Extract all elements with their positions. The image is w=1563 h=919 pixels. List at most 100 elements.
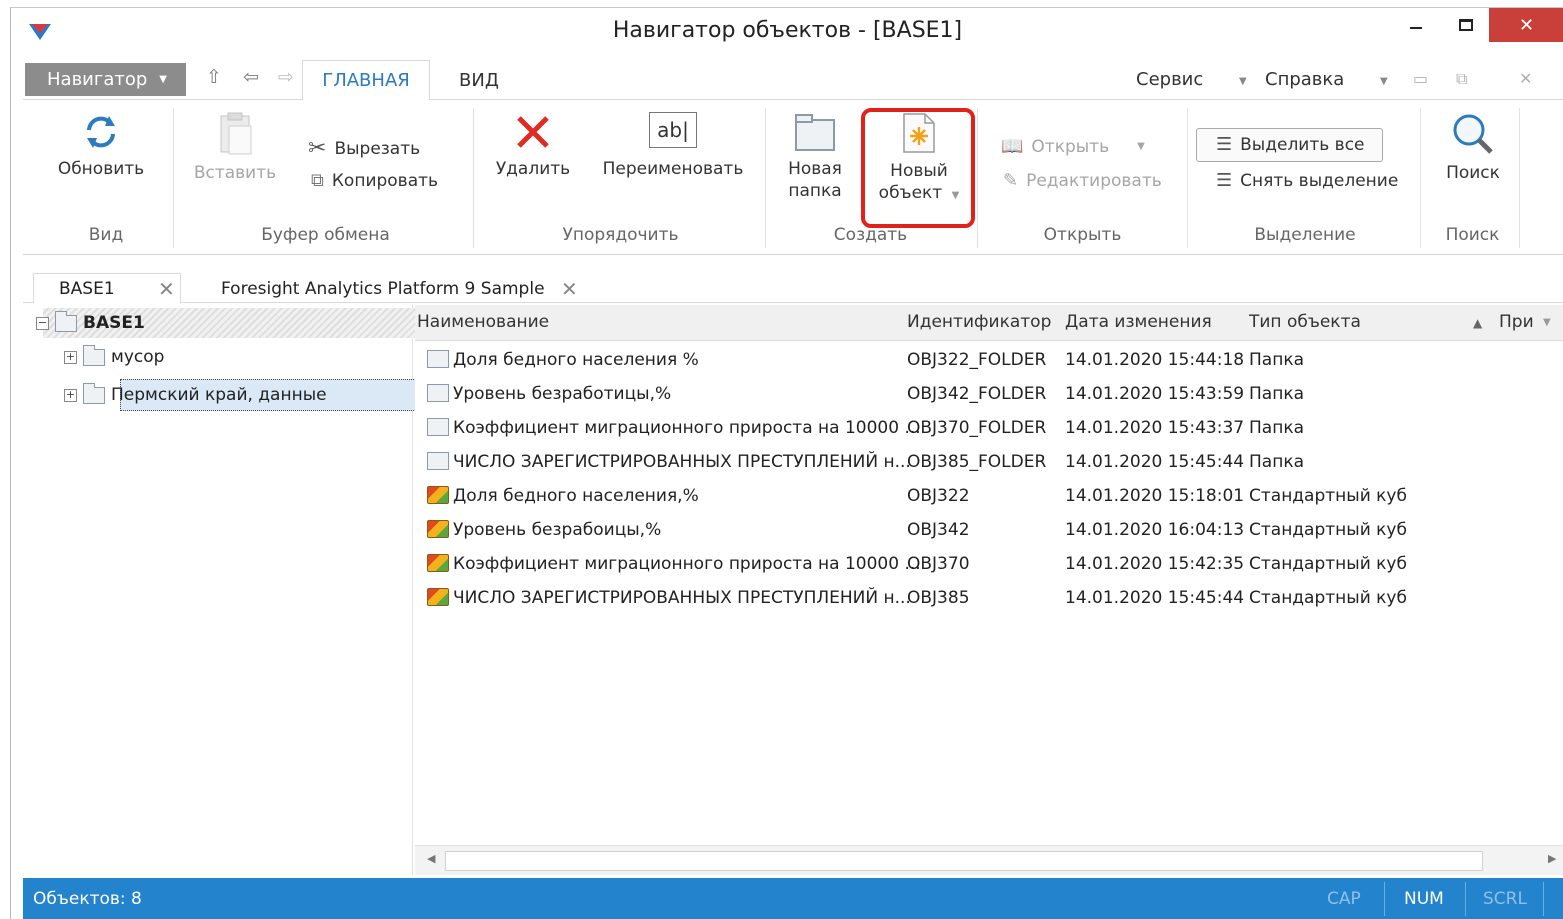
- doc-tab-sample[interactable]: Foresight Analytics Platform 9 Sample ✕: [221, 273, 591, 304]
- paste-button[interactable]: Вставить: [185, 112, 285, 184]
- up-level-icon[interactable]: ⇧: [206, 66, 222, 88]
- tree-item-label: BASE1: [83, 313, 145, 333]
- expand-icon[interactable]: +: [64, 388, 77, 402]
- refresh-button[interactable]: Обновить: [51, 112, 151, 180]
- cell-id: OBJ342: [907, 520, 970, 540]
- close-window-button[interactable]: ✕: [1489, 8, 1563, 42]
- collapse-icon[interactable]: −: [36, 316, 49, 330]
- refresh-icon: [87, 116, 115, 148]
- cell-name: Коэффициент миграционного прироста на 10…: [453, 418, 921, 438]
- minimize-icon: [1410, 27, 1422, 29]
- new-folder-label-2: папка: [788, 181, 842, 201]
- mdi-close-icon[interactable]: ✕: [1519, 69, 1532, 88]
- tree-item-trash[interactable]: + мусор: [64, 342, 164, 372]
- navigator-dropdown[interactable]: Навигатор ▼: [25, 63, 186, 96]
- tab-view[interactable]: ВИД: [453, 60, 505, 101]
- tree-item-label: мусор: [111, 347, 165, 367]
- cell-id: OBJ322: [907, 486, 970, 506]
- deselect-button[interactable]: ☰ Снять выделение: [1216, 170, 1398, 191]
- open-label: Открыть: [1031, 136, 1110, 157]
- status-separator: [1384, 882, 1385, 916]
- service-menu[interactable]: Сервис: [1136, 69, 1203, 90]
- back-arrow-icon[interactable]: ⇦: [243, 66, 259, 88]
- scrollbar-thumb[interactable]: [445, 851, 1483, 871]
- table-row[interactable]: Доля бедного населения,% OBJ322 14.01.2020…: [415, 479, 1563, 513]
- new-object-highlight: [861, 108, 975, 228]
- pencil-icon: ✎: [1003, 170, 1019, 191]
- cell-date: 14.01.2020 15:43:37: [1065, 418, 1245, 438]
- navigator-label: Навигатор: [47, 69, 148, 90]
- open-button[interactable]: 📖 Открыть ▼: [1001, 136, 1145, 157]
- search-button[interactable]: Поиск: [1431, 112, 1515, 184]
- close-tab-icon[interactable]: ✕: [158, 277, 175, 301]
- folder-icon: [83, 344, 105, 366]
- cell-type: Папка: [1249, 418, 1305, 438]
- column-header-note[interactable]: При: [1499, 312, 1534, 332]
- num-lock-indicator: NUM: [1404, 889, 1444, 909]
- column-header-type[interactable]: Тип объекта: [1249, 312, 1361, 332]
- tree-item-perm[interactable]: + Пермский край, данные: [64, 380, 327, 410]
- table-row[interactable]: ЧИСЛО ЗАРЕГИСТРИРОВАННЫХ ПРЕСТУПЛЕНИЙ н.…: [415, 581, 1563, 615]
- cell-type: Стандартный куб: [1249, 486, 1407, 506]
- group-label-open: Открыть: [1043, 225, 1122, 245]
- book-icon: 📖: [1001, 136, 1024, 157]
- column-header-id[interactable]: Идентификатор: [907, 312, 1051, 332]
- table-row[interactable]: Коэффициент миграционного прироста на 10…: [415, 411, 1563, 445]
- forward-arrow-icon[interactable]: ⇨: [278, 66, 294, 88]
- maximize-icon: [1459, 19, 1473, 31]
- cell-name: Уровень безработицы,%: [453, 384, 672, 404]
- new-folder-label-1: Новая: [788, 159, 842, 179]
- minimize-button[interactable]: [1393, 8, 1439, 42]
- clipboard-icon: [220, 112, 252, 155]
- maximize-button[interactable]: [1443, 8, 1489, 42]
- cell-date: 14.01.2020 15:45:44: [1065, 588, 1245, 608]
- select-all-button[interactable]: ☰ Выделить все: [1216, 134, 1365, 155]
- delete-x-icon: [517, 116, 549, 148]
- delete-button[interactable]: Удалить: [491, 112, 575, 180]
- scroll-right-icon[interactable]: ▶: [1548, 852, 1556, 865]
- horizontal-scrollbar[interactable]: ◀ ▶: [415, 845, 1563, 875]
- column-header-name[interactable]: Наименование: [417, 312, 549, 332]
- new-folder-icon: [795, 114, 835, 151]
- table-row[interactable]: Доля бедного населения % OBJ322_FOLDER 14.…: [415, 343, 1563, 377]
- mdi-restore-icon[interactable]: ⧉: [1456, 69, 1467, 89]
- group-separator: [1420, 108, 1421, 248]
- scroll-left-icon[interactable]: ◀: [427, 852, 435, 865]
- help-menu[interactable]: Справка: [1265, 69, 1344, 90]
- edit-button[interactable]: ✎ Редактировать: [1003, 170, 1162, 191]
- folder-icon: [427, 384, 449, 402]
- mdi-minimize-icon[interactable]: ▭: [1413, 69, 1428, 88]
- copy-button[interactable]: ⧉ Копировать: [311, 170, 438, 191]
- new-folder-button[interactable]: Новая папка: [775, 112, 855, 202]
- delete-label: Удалить: [495, 159, 571, 179]
- table-row[interactable]: Уровень безрабоицы,% OBJ342 14.01.2020 16:…: [415, 513, 1563, 547]
- cell-date: 14.01.2020 15:42:35: [1065, 554, 1245, 574]
- status-separator: [1465, 882, 1466, 916]
- rename-label: Переименовать: [602, 159, 744, 179]
- cut-label: Вырезать: [334, 138, 421, 159]
- cube-icon: [427, 520, 449, 538]
- column-header-date[interactable]: Дата изменения: [1065, 312, 1212, 332]
- cut-button[interactable]: ✂ Вырезать: [308, 136, 420, 161]
- group-separator: [1187, 108, 1188, 248]
- tab-home[interactable]: ГЛАВНАЯ: [302, 60, 430, 101]
- table-row[interactable]: ЧИСЛО ЗАРЕГИСТРИРОВАННЫХ ПРЕСТУПЛЕНИЙ н.…: [415, 445, 1563, 479]
- cell-date: 14.01.2020 15:44:18: [1065, 350, 1245, 370]
- list-deselect-icon: ☰: [1216, 170, 1233, 191]
- table-row[interactable]: Уровень безработицы,% OBJ342_FOLDER 14.01.…: [415, 377, 1563, 411]
- table-row[interactable]: Коэффициент миграционного прироста на 10…: [415, 547, 1563, 581]
- cell-id: OBJ370_FOLDER: [907, 418, 1047, 438]
- cell-date: 14.01.2020 15:18:01: [1065, 486, 1245, 506]
- doc-tab-base1[interactable]: BASE1 ✕: [33, 273, 181, 304]
- chevron-down-icon[interactable]: ▼: [1543, 317, 1551, 328]
- scroll-lock-indicator: SCRL: [1483, 889, 1527, 909]
- tree-item-label: Пермский край, данные: [111, 385, 327, 405]
- cell-id: OBJ322_FOLDER: [907, 350, 1047, 370]
- ribbon: Обновить Вставить ✂ Вырезать ⧉ Копироват…: [23, 100, 1563, 255]
- sort-ascending-icon: ▲: [1473, 316, 1483, 330]
- rename-button[interactable]: ab| Переименовать: [595, 112, 751, 180]
- close-tab-icon[interactable]: ✕: [561, 277, 578, 301]
- cube-icon: [427, 554, 449, 572]
- tree-item-root[interactable]: − BASE1: [36, 308, 145, 338]
- expand-icon[interactable]: +: [64, 350, 77, 364]
